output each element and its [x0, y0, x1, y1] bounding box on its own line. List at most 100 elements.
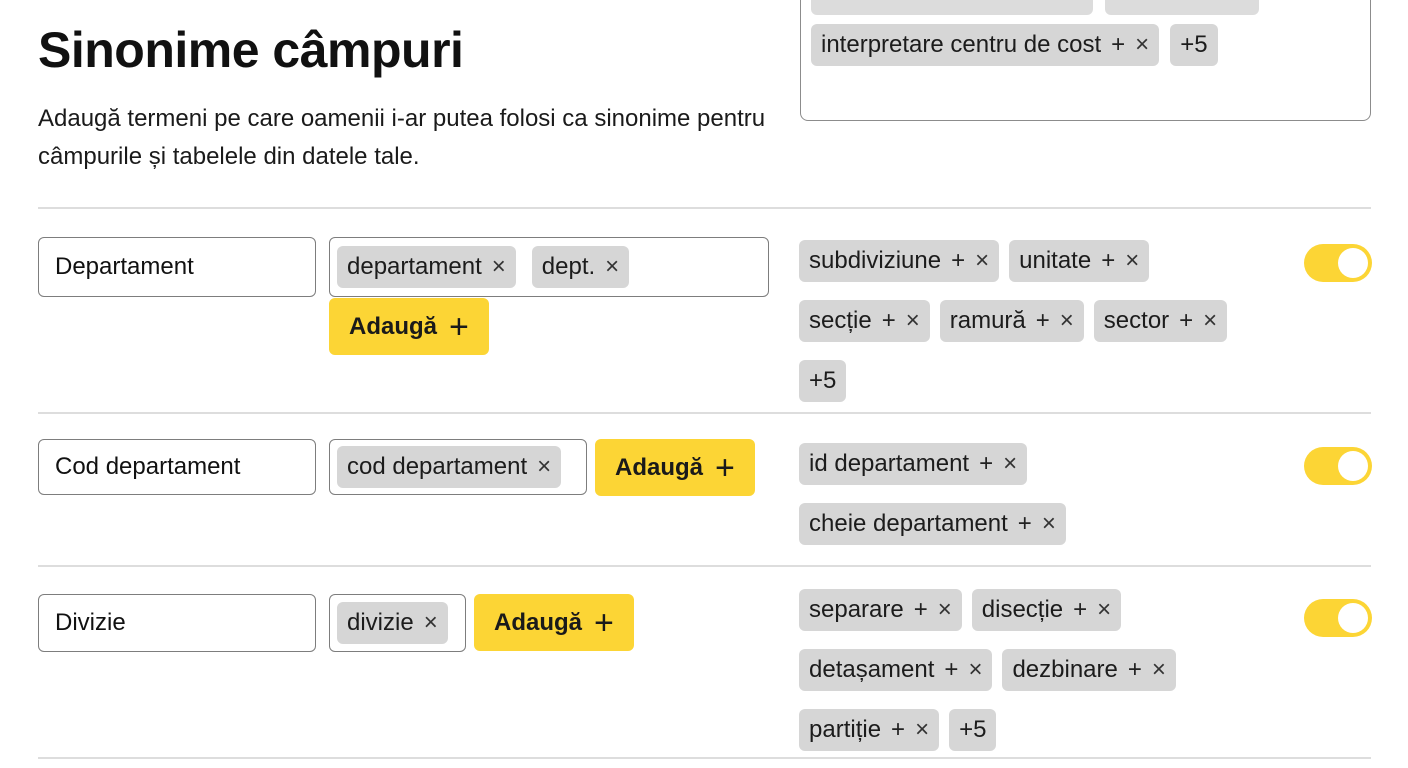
- suggestion-chip-label: subdiviziune: [809, 247, 942, 274]
- dismiss-suggestion-icon[interactable]: ×: [938, 596, 952, 624]
- suggestion-chip-label: disecție: [981, 596, 1064, 623]
- divider: [38, 207, 1371, 209]
- synonym-chip: cod departament ×: [337, 446, 562, 488]
- remove-synonym-icon[interactable]: ×: [537, 453, 551, 481]
- suggestion-chip[interactable]: cheie departament + ×: [799, 503, 1066, 545]
- divider: [38, 412, 1371, 414]
- synonym-chip-label: departament: [347, 253, 482, 280]
- more-suggestions-chip[interactable]: +5: [949, 709, 997, 751]
- suggestion-chip[interactable]: id departament + ×: [799, 443, 1028, 485]
- toggle-knob: [1338, 451, 1368, 481]
- suggestion-chip-label: secție: [809, 307, 872, 334]
- suggestion-chip[interactable]: separare + ×: [799, 589, 962, 631]
- suggestion-chip-label: detașament: [809, 656, 935, 683]
- suggestion-chip-label: cheie departament: [809, 510, 1008, 537]
- synonyms-input[interactable]: cod departament ×: [329, 439, 587, 495]
- dismiss-suggestion-icon[interactable]: ×: [1152, 656, 1166, 684]
- synonym-chip: departament ×: [337, 246, 516, 288]
- dismiss-suggestion-icon[interactable]: ×: [1060, 307, 1074, 335]
- add-suggestion-icon[interactable]: +: [1179, 307, 1193, 335]
- suggestion-chip-label: ramură: [949, 307, 1026, 334]
- dismiss-suggestion-icon[interactable]: ×: [1042, 510, 1056, 538]
- field-name-input[interactable]: Cod departament: [38, 439, 316, 495]
- add-suggestion-icon[interactable]: +: [979, 450, 993, 478]
- suggestion-chip-label: separare: [809, 596, 904, 623]
- add-suggestion-icon[interactable]: +: [882, 307, 896, 335]
- dismiss-suggestion-icon[interactable]: ×: [975, 247, 989, 275]
- add-suggestion-icon[interactable]: +: [1101, 247, 1115, 275]
- synonym-chip-label: dept.: [541, 253, 596, 280]
- dismiss-suggestion-icon[interactable]: ×: [915, 716, 929, 744]
- add-synonym-button[interactable]: Adaugă +: [329, 298, 489, 355]
- synonyms-input[interactable]: departament × dept. ×: [329, 237, 769, 297]
- dismiss-suggestion-icon[interactable]: ×: [1097, 596, 1111, 624]
- field-name-input[interactable]: Departament: [38, 237, 316, 297]
- dismiss-suggestion-icon[interactable]: ×: [906, 307, 920, 335]
- enable-toggle[interactable]: [1304, 599, 1372, 637]
- suggestion-list: interpretare centru de cost + × +5: [811, 24, 1218, 66]
- add-suggestion-icon[interactable]: +: [1128, 656, 1142, 684]
- suggestion-chip[interactable]: sector + ×: [1093, 300, 1228, 342]
- suggestion-chip[interactable]: interpretare centru de cost + ×: [811, 24, 1160, 66]
- synonym-chip: dept. ×: [531, 246, 630, 288]
- dismiss-suggestion-icon[interactable]: ×: [1203, 307, 1217, 335]
- toggle-knob: [1338, 603, 1368, 633]
- enable-toggle[interactable]: [1304, 244, 1372, 282]
- page-description: Adaugă termeni pe care oamenii i-ar pute…: [38, 105, 766, 170]
- add-suggestion-icon[interactable]: +: [914, 596, 928, 624]
- dismiss-suggestion-icon[interactable]: ×: [1003, 450, 1017, 478]
- suggestion-chip-label: partiție: [809, 716, 882, 743]
- page-title: Sinonime câmpuri: [38, 22, 464, 78]
- plus-icon: +: [449, 307, 469, 346]
- suggestion-chip[interactable]: disecție + ×: [971, 589, 1122, 631]
- previous-suggestions-panel: interpretare centru de cost + × +5: [800, 0, 1371, 121]
- more-suggestions-chip[interactable]: +5: [799, 360, 847, 402]
- suggestion-chip-label: interpretare centru de cost: [821, 31, 1102, 58]
- add-synonym-button[interactable]: Adaugă +: [474, 594, 634, 651]
- suggestion-chip-cropped[interactable]: [1105, 0, 1259, 15]
- add-suggestion-icon[interactable]: +: [1036, 307, 1050, 335]
- field-synonyms-page: Sinonime câmpuri Adaugă termeni pe care …: [0, 0, 1408, 768]
- divider: [38, 757, 1371, 759]
- add-suggestion-icon[interactable]: +: [1018, 510, 1032, 538]
- toggle-knob: [1338, 248, 1368, 278]
- add-button-label: Adaugă: [349, 312, 438, 340]
- suggestion-chip-label: sector: [1103, 307, 1170, 334]
- more-suggestions-chip[interactable]: +5: [1170, 24, 1218, 66]
- add-suggestion-icon[interactable]: +: [1073, 596, 1087, 624]
- suggestion-chip[interactable]: dezbinare + ×: [1002, 649, 1176, 691]
- plus-icon: +: [715, 448, 735, 487]
- suggestion-chip-cropped[interactable]: [811, 0, 1093, 15]
- enable-toggle[interactable]: [1304, 447, 1372, 485]
- suggestion-chip[interactable]: subdiviziune + ×: [799, 240, 1000, 282]
- synonym-chip-label: cod departament: [347, 453, 528, 480]
- suggestion-list: id departament + × cheie departament + ×: [799, 443, 1279, 545]
- remove-synonym-icon[interactable]: ×: [605, 253, 619, 281]
- suggestion-chip[interactable]: ramură + ×: [939, 300, 1084, 342]
- add-suggestion-icon[interactable]: +: [1111, 31, 1125, 59]
- suggestion-chip-label: unitate: [1019, 247, 1092, 274]
- suggestion-chip-label: dezbinare: [1012, 656, 1118, 683]
- suggestion-list: separare + × disecție + × detașament + × dezbi…: [799, 589, 1279, 751]
- suggestion-list: subdiviziune + × unitate + × secție + × ramură…: [799, 240, 1279, 402]
- suggestion-chip[interactable]: unitate + ×: [1009, 240, 1150, 282]
- add-suggestion-icon[interactable]: +: [951, 247, 965, 275]
- add-button-label: Adaugă: [494, 608, 583, 636]
- remove-synonym-icon[interactable]: ×: [492, 253, 506, 281]
- dismiss-suggestion-icon[interactable]: ×: [1125, 247, 1139, 275]
- dismiss-suggestion-icon[interactable]: ×: [1135, 31, 1149, 59]
- suggestion-chip-label: id departament: [809, 450, 970, 477]
- synonym-chip: divizie ×: [337, 602, 448, 644]
- add-synonym-button[interactable]: Adaugă +: [595, 439, 755, 496]
- plus-icon: +: [594, 603, 614, 642]
- dismiss-suggestion-icon[interactable]: ×: [968, 656, 982, 684]
- suggestion-chip[interactable]: secție + ×: [799, 300, 930, 342]
- suggestion-chip[interactable]: detașament + ×: [799, 649, 993, 691]
- add-button-label: Adaugă: [615, 453, 704, 481]
- suggestion-chip[interactable]: partiție + ×: [799, 709, 940, 751]
- add-suggestion-icon[interactable]: +: [944, 656, 958, 684]
- remove-synonym-icon[interactable]: ×: [424, 609, 438, 637]
- add-suggestion-icon[interactable]: +: [891, 716, 905, 744]
- field-name-input[interactable]: Divizie: [38, 594, 316, 652]
- synonyms-input[interactable]: divizie ×: [329, 594, 466, 652]
